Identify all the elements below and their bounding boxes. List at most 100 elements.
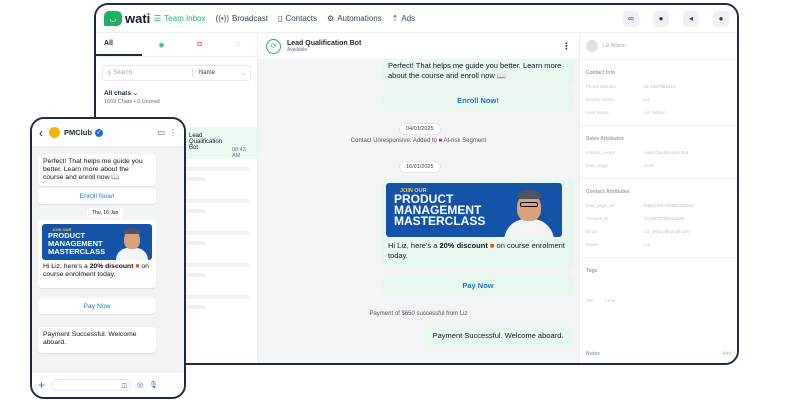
divider [191, 68, 193, 78]
date-separator: Thu, 16 Jan [87, 208, 124, 218]
tag-list: VIP Lead [586, 298, 731, 303]
chat-time: 08:43 AM [231, 147, 246, 159]
inbox-icon: ☰ [154, 14, 162, 23]
bot-name: Lead Qualification Bot [287, 39, 362, 47]
nav-broadcast[interactable]: ((•)) Broadcast [216, 14, 269, 23]
messenger-icon[interactable]: ◌ [219, 33, 257, 56]
search-input[interactable]: Search [113, 70, 132, 76]
attribute-row[interactable]: lead_stage Cold [586, 163, 731, 168]
sticker-icon[interactable]: ◫ [121, 382, 127, 389]
person-hair [517, 190, 541, 199]
phone-chat-header: ‹ PMClub ✓ ▭ ⋮ [32, 119, 184, 147]
bot-avatar-icon: ⟳ [266, 38, 281, 54]
infinity-icon[interactable]: ∞ [623, 10, 639, 27]
instagram-icon[interactable]: ◘ [181, 33, 219, 56]
camera-icon[interactable]: ◎ [137, 381, 143, 389]
plus-icon[interactable]: + [38, 378, 45, 392]
payment-success-bubble: Payment Successful. Welcome aboard. [424, 325, 572, 347]
system-message: Contact Unresponsive: Added to ■ At-risk… [258, 138, 579, 144]
message-input[interactable]: ◫ [51, 379, 132, 391]
bot-info: Lead Qualification Bot Available [281, 40, 361, 53]
section-title: Sales Attributes [586, 136, 624, 142]
back-arrow-icon[interactable]: ‹ [39, 126, 43, 140]
date-separator: 04/01/2025 [399, 123, 441, 135]
nav-label: Ads [401, 14, 416, 23]
profile-header: Liz Wilson [580, 33, 737, 60]
tag-chip[interactable]: VIP [586, 298, 593, 303]
nav-label: Automations [337, 14, 382, 23]
attribute-row: Phone Number 91 1987654210 [586, 84, 731, 89]
nav-automations[interactable]: ⚙ Automations [327, 14, 382, 23]
nav-ads[interactable]: ⇡ Ads [392, 14, 416, 23]
top-navigation-bar: ◡ wati ☰ Team Inbox ((•)) Broadcast ▯ Co… [96, 5, 737, 33]
channel-tabs: All ◉ ◘ ◌ [96, 33, 257, 57]
date-separator: 16/01/2025 [399, 161, 441, 173]
attr-value: 91 1987654210 [644, 84, 676, 89]
attr-key: contact_owner [586, 150, 616, 155]
pay-now-button[interactable]: Pay Now [382, 274, 574, 296]
offer-discount: 20% discount [439, 241, 488, 250]
top-right-icons: ∞ ● ◂ ● [623, 10, 729, 27]
avatar [49, 127, 60, 138]
person-illustration [504, 219, 554, 237]
chevron-down-icon: ⌄ [132, 90, 139, 97]
attr-value: Liz_wilson@gmail.com [644, 229, 690, 234]
attr-value: https://lnk.me/8001150xx [644, 203, 694, 208]
megaphone-icon[interactable]: ◂ [683, 10, 699, 27]
avatar [586, 40, 598, 52]
attr-key: Email [586, 229, 598, 234]
tag-chip[interactable]: Lead [605, 298, 615, 303]
attr-key: User Name [586, 110, 609, 115]
chevron-down-icon: ⌄ [240, 70, 246, 77]
bell-icon[interactable]: ● [653, 10, 669, 27]
chat-header: ⟳ Lead Qualification Bot Available ⋮ [258, 33, 579, 60]
brand-logo[interactable]: ◡ wati [104, 11, 154, 26]
tab-all[interactable]: All [96, 33, 143, 56]
nav-label: Team Inbox [164, 14, 206, 23]
offer-discount: 20% discount [89, 263, 134, 270]
desktop-window: ◡ wati ☰ Team Inbox ((•)) Broadcast ▯ Co… [94, 3, 739, 365]
filter-select[interactable]: Name [199, 70, 241, 76]
masterclass-banner-image: JOIN OUR PRODUCT MANAGEMENT MASTERCLASS [386, 183, 562, 237]
section-title: Contact Info [586, 70, 616, 76]
notes-section: Notes Add [586, 351, 731, 357]
gift-icon: ■ [489, 241, 495, 250]
more-options-icon[interactable]: ⋮ [562, 41, 571, 52]
attribute-row: Name Liz [586, 242, 731, 247]
nav-team-inbox[interactable]: ☰ Team Inbox [154, 14, 206, 23]
attr-key: Account ID [586, 216, 609, 221]
section-title: Tags [586, 268, 598, 274]
store-icon[interactable]: ▭ [157, 128, 165, 137]
attribute-row[interactable]: contact_owner Lead Qualification Bot [586, 150, 731, 155]
attr-value: Liz_Wilson [644, 110, 666, 115]
phone-chat-body: Perfect! That helps me guide you better.… [32, 147, 184, 373]
whatsapp-icon[interactable]: ◉ [142, 33, 180, 56]
search-bar: ⚲ Search Name ⌄ [102, 65, 251, 81]
flag-icon: ■ [438, 138, 443, 144]
nav-label: Broadcast [232, 14, 269, 23]
more-options-icon[interactable]: ⋮ [169, 128, 177, 137]
enroll-now-button[interactable]: Enroll Now! [38, 188, 156, 204]
attribute-row: lead_page_url https://lnk.me/8001150xx [586, 203, 731, 208]
user-icon[interactable]: ● [713, 10, 729, 27]
chat-bubble-logo-icon: ◡ [104, 11, 122, 26]
add-note-button[interactable]: Add [722, 351, 731, 357]
pay-now-button[interactable]: Pay Now [38, 298, 156, 314]
message-bubble: Perfect! That helps me guide you better.… [38, 154, 156, 186]
nav-contacts[interactable]: ▯ Contacts [278, 14, 317, 23]
broadcast-icon: ((•)) [215, 14, 229, 23]
attr-key: Phone Number [586, 84, 617, 89]
person-illustration [116, 248, 148, 260]
microphone-icon[interactable]: 🎙 [149, 381, 158, 389]
offer-pre: Hi Liz, here's a [43, 263, 88, 270]
verified-badge-icon: ✓ [94, 128, 103, 137]
masterclass-banner-image: JOIN OUR PRODUCT MANAGEMENT MASTERCLASS [42, 224, 152, 260]
attribute-row: Email Liz_wilson@gmail.com [586, 229, 731, 234]
attr-value: Liz [644, 97, 650, 102]
attribute-row: Display Name Liz [586, 97, 731, 102]
offer-text: Hi Liz, here's a 20% discount ■ on cours… [388, 241, 568, 261]
all-chats-dropdown[interactable]: All chats ⌄ [104, 89, 249, 97]
main-nav: ☰ Team Inbox ((•)) Broadcast ▯ Contacts … [154, 14, 415, 23]
system-text: Contact Unresponsive: Added to [350, 138, 437, 144]
enroll-now-button[interactable]: Enroll Now! [382, 89, 574, 111]
